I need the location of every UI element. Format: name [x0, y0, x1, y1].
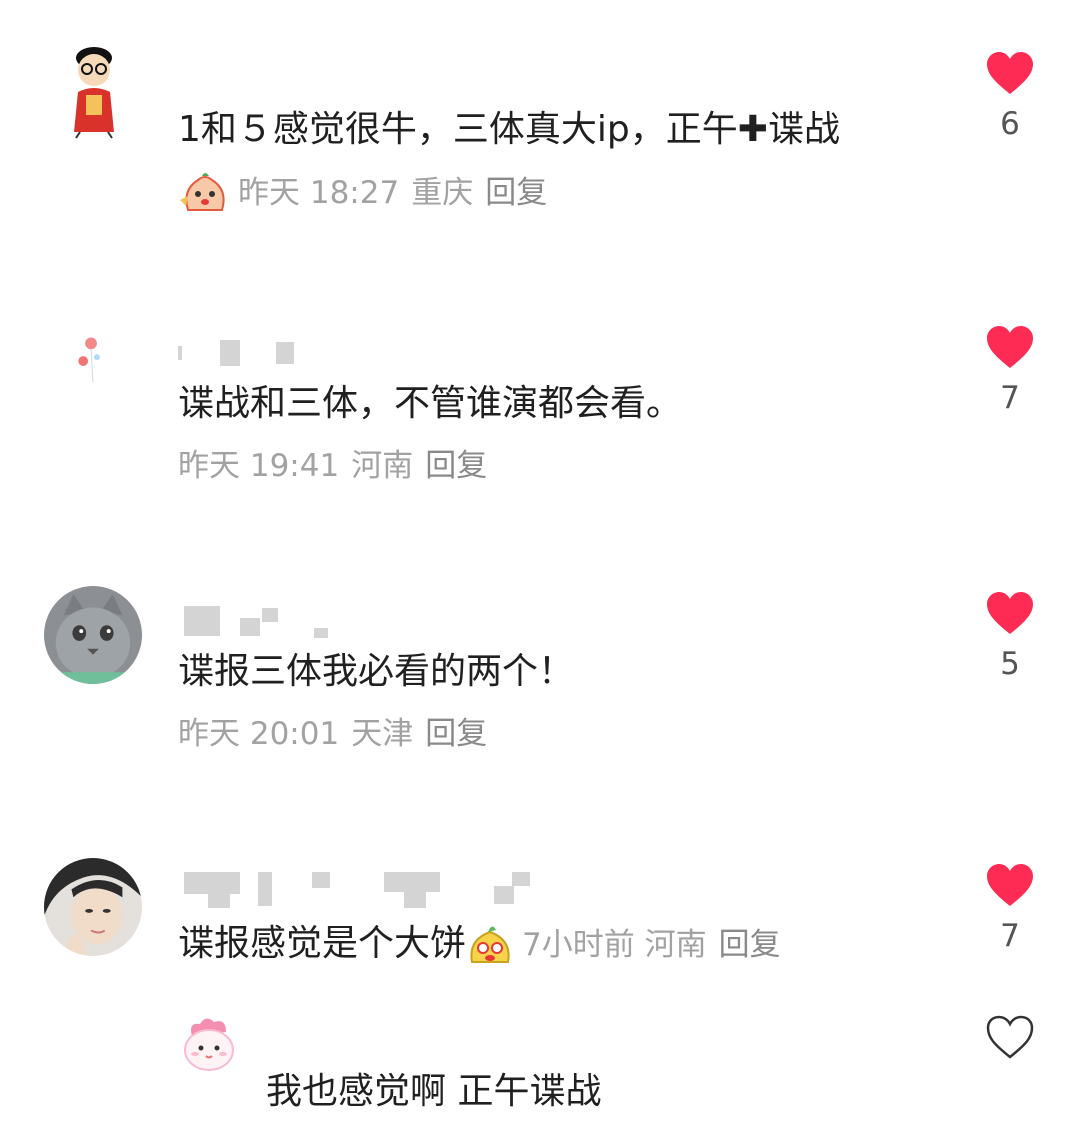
- comment-text: 谍报三体我必看的两个！: [178, 651, 575, 692]
- comment-time: 昨天 19:41: [178, 448, 340, 484]
- like-button[interactable]: 5: [982, 590, 1038, 682]
- comment-text: 谍战和三体，不管谁演都会看。: [178, 383, 683, 424]
- comment-time: 7小时前: [522, 927, 635, 963]
- user-avatar[interactable]: [178, 1012, 240, 1074]
- reply-text: 我也感觉啊 正午谍战: [266, 1071, 602, 1112]
- sticker-emoji-icon: [180, 173, 225, 211]
- like-count: 7: [1000, 918, 1020, 954]
- heart-icon: [987, 864, 1033, 906]
- comment-region: 河南: [644, 927, 707, 963]
- comment-text: 1和５感觉很牛，三体真大ip，正午✚谍战: [178, 109, 840, 150]
- reply-button[interactable]: 回复: [425, 714, 487, 754]
- heart-icon: [987, 592, 1033, 634]
- sticker-emoji-icon: [470, 926, 510, 963]
- comment-meta: 昨天 20:01 天津 回复: [178, 714, 487, 754]
- reply-button[interactable]: 回复: [485, 173, 547, 213]
- user-avatar[interactable]: [44, 858, 142, 956]
- comment-meta: 昨天 19:41 河南 回复: [178, 446, 487, 486]
- reply-button[interactable]: 回复: [425, 446, 487, 486]
- username-blurred: [184, 606, 334, 638]
- heart-icon: [987, 52, 1033, 94]
- user-avatar[interactable]: [44, 40, 144, 140]
- like-button[interactable]: [982, 1014, 1038, 1060]
- reply-item: 我也感觉啊 正午谍战: [0, 1000, 1080, 1138]
- like-count: 5: [1000, 646, 1020, 682]
- comment-text: 谍报感觉是个大饼 7小时前 河南 回复: [178, 922, 781, 968]
- username-blurred: [178, 340, 308, 366]
- like-button[interactable]: 7: [982, 862, 1038, 954]
- like-count: 6: [1000, 106, 1020, 142]
- comment-item: 谍报感觉是个大饼 7小时前 河南 回复 7: [0, 840, 1080, 1000]
- comment-meta: 昨天 18:27 重庆 回复: [178, 170, 547, 216]
- comment-time: 昨天 18:27: [238, 175, 400, 211]
- plus-emoji-icon: ✚: [737, 109, 768, 150]
- comment-item: 谍战和三体，不管谁演都会看。 昨天 19:41 河南 回复 7: [0, 300, 1080, 530]
- comment-time: 昨天 20:01: [178, 716, 340, 752]
- comment-region: 重庆: [411, 175, 474, 211]
- like-button[interactable]: 7: [982, 324, 1038, 416]
- username-blurred: [184, 872, 534, 908]
- user-avatar[interactable]: [44, 314, 142, 412]
- heart-icon: [987, 326, 1033, 368]
- user-avatar[interactable]: [44, 586, 142, 684]
- reply-button[interactable]: 回复: [719, 927, 781, 963]
- comment-item: 1和５感觉很牛，三体真大ip，正午✚谍战 昨天 18:27 重庆 回复 6: [0, 0, 1080, 270]
- comment-item: 谍报三体我必看的两个！ 昨天 20:01 天津 回复 5: [0, 570, 1080, 800]
- like-count: 7: [1000, 380, 1020, 416]
- like-button[interactable]: 6: [982, 50, 1038, 142]
- heart-outline-icon: [986, 1015, 1034, 1059]
- comment-region: 天津: [351, 716, 414, 752]
- comment-region: 河南: [351, 448, 414, 484]
